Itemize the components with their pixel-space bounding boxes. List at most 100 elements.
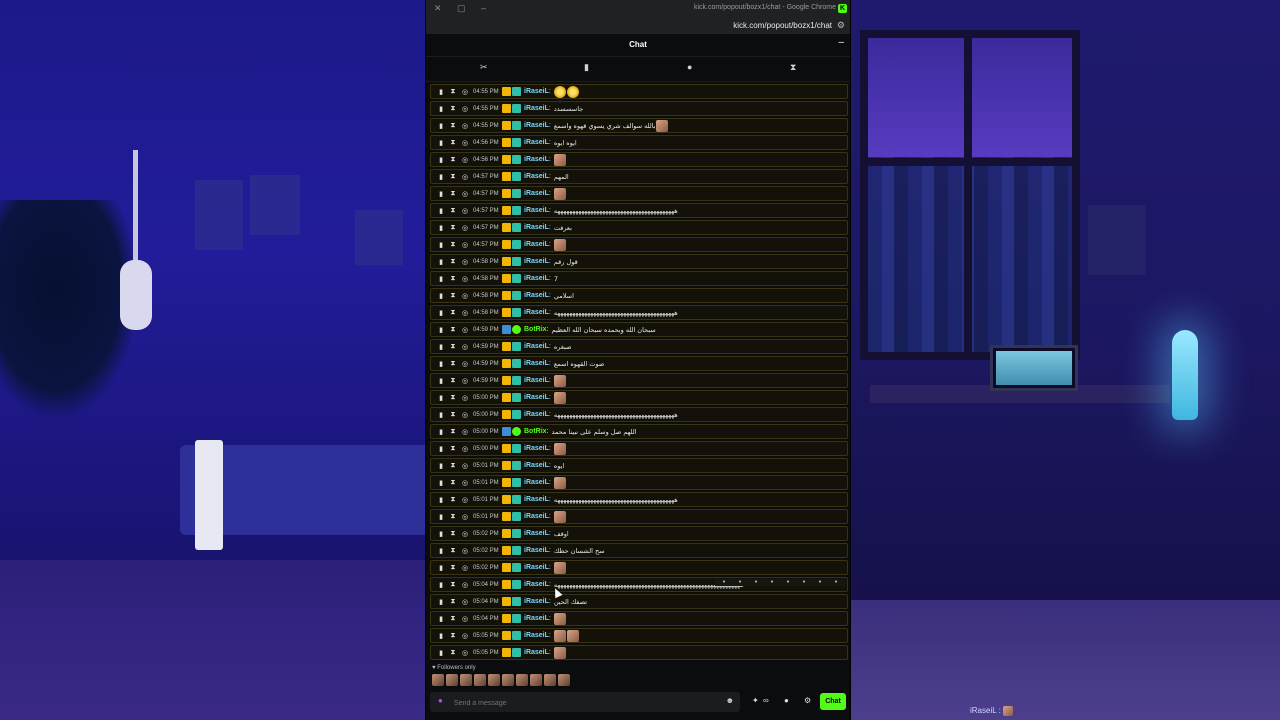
message-username[interactable]: iRaseiL — [524, 564, 549, 571]
chat-message[interactable]: ▮ ⧗ ◎ 05:01 PM iRaseiL: ايوه — [430, 458, 848, 473]
timeout-icon[interactable]: ⧗ — [447, 122, 459, 130]
chat-bubble-icon[interactable]: ● — [687, 62, 692, 72]
timeout-icon[interactable]: ⧗ — [447, 632, 459, 640]
message-username[interactable]: iRaseiL — [524, 173, 549, 180]
trash-icon[interactable]: ▮ — [435, 564, 447, 572]
trash-icon[interactable]: ▮ — [435, 428, 447, 436]
emote-icon[interactable] — [530, 674, 542, 686]
chat-message[interactable]: ▮ ⧗ ◎ 04:59 PM iRaseiL: صبغره — [430, 339, 848, 354]
trash-icon[interactable]: ▮ — [435, 88, 447, 96]
timeout-icon[interactable]: ⧗ — [447, 173, 459, 181]
ban-icon[interactable]: ◎ — [459, 139, 471, 147]
trash-icon[interactable]: ▮ — [435, 547, 447, 555]
timeout-icon[interactable]: ⧗ — [447, 615, 459, 623]
message-username[interactable]: iRaseiL — [524, 394, 549, 401]
ban-icon[interactable]: ◎ — [459, 173, 471, 181]
chat-bubble-icon[interactable]: • — [765, 579, 779, 586]
trash-icon[interactable]: ▮ — [435, 598, 447, 606]
chat-message[interactable]: ▮ ⧗ ◎ 04:58 PM iRaseiL: قول رقم — [430, 254, 848, 269]
chat-message[interactable]: ▮ ⧗ ◎ 05:00 PM iRaseiL: — [430, 390, 848, 405]
timeout-icon[interactable]: ⧗ — [447, 547, 459, 555]
trash-icon[interactable]: ▮ — [435, 513, 447, 521]
ban-icon[interactable]: ◎ — [459, 105, 471, 113]
url-text[interactable]: kick.com/popout/bozx1/chat — [733, 21, 832, 30]
trash-icon[interactable]: ▮ — [584, 62, 589, 73]
message-username[interactable]: iRaseiL — [524, 343, 549, 350]
trash-icon[interactable]: ▮ — [435, 377, 447, 385]
message-username[interactable]: iRaseiL — [524, 139, 549, 146]
message-username[interactable]: iRaseiL — [524, 190, 549, 197]
timeout-icon[interactable]: ⧗ — [447, 224, 459, 232]
message-username[interactable]: iRaseiL — [524, 292, 549, 299]
trash-icon[interactable]: ▮ — [435, 309, 447, 317]
emote-icon[interactable] — [558, 674, 570, 686]
microphone-icon[interactable]: ● — [438, 696, 443, 705]
timeout-icon[interactable]: ⧗ — [447, 326, 459, 334]
message-username[interactable]: iRaseiL — [524, 445, 549, 452]
ban-icon[interactable]: ◎ — [459, 496, 471, 504]
message-username[interactable]: iRaseiL — [524, 513, 549, 520]
message-username[interactable]: iRaseiL — [524, 530, 549, 537]
trash-icon[interactable]: ▮ — [435, 479, 447, 487]
timeout-icon[interactable]: ⧗ — [447, 530, 459, 538]
chat-message[interactable]: ▮ ⧗ ◎ 04:56 PM iRaseiL: — [430, 152, 848, 167]
trash-icon[interactable]: ▮ — [435, 411, 447, 419]
message-input[interactable] — [452, 695, 716, 711]
ban-icon[interactable]: ◎ — [459, 513, 471, 521]
chat-message[interactable]: ▮ ⧗ ◎ 05:04 PM iRaseiL: ههههههههههههههههههههه… — [430, 577, 848, 592]
chat-message[interactable]: ▮ ⧗ ◎ 05:00 PM iRaseiL: ههههههههههههههههههههه… — [430, 407, 848, 422]
trash-icon[interactable]: ▮ — [435, 462, 447, 470]
message-username[interactable]: iRaseiL — [524, 479, 549, 486]
trash-icon[interactable]: ▮ — [435, 224, 447, 232]
timeout-icon[interactable]: ⧗ — [447, 207, 459, 215]
trash-icon[interactable]: ▮ — [435, 360, 447, 368]
trash-icon[interactable]: ▮ — [435, 496, 447, 504]
message-username[interactable]: iRaseiL — [524, 632, 549, 639]
sparkles-icon[interactable]: ✦ — [752, 696, 759, 705]
ban-icon[interactable]: ◎ — [459, 224, 471, 232]
ban-icon[interactable]: ◎ — [459, 445, 471, 453]
pin-slash-icon[interactable]: • — [749, 579, 763, 586]
undo-icon[interactable]: • — [797, 579, 811, 586]
chat-message[interactable]: ▮ ⧗ ◎ 04:58 PM iRaseiL:7 — [430, 271, 848, 286]
timeout-icon[interactable]: ⧗ — [447, 292, 459, 300]
timeout-icon[interactable]: ⧗ — [447, 649, 459, 657]
chat-message[interactable]: ▮ ⧗ ◎ 04:59 PM iRaseiL: — [430, 373, 848, 388]
trash-icon[interactable]: ▮ — [435, 394, 447, 402]
trash-icon[interactable]: ▮ — [435, 649, 447, 657]
trash-icon[interactable]: ▮ — [435, 326, 447, 334]
timeout-icon[interactable]: ⧗ — [447, 377, 459, 385]
message-username[interactable]: iRaseiL — [524, 411, 549, 418]
timeout-icon[interactable]: ⧗ — [447, 360, 459, 368]
trash-icon[interactable]: ▮ — [435, 343, 447, 351]
chat-message[interactable]: ▮ ⧗ ◎ 04:57 PM iRaseiL: المهم — [430, 169, 848, 184]
ban-icon[interactable]: ◎ — [459, 564, 471, 572]
trash-icon[interactable]: ▮ — [435, 190, 447, 198]
trash-icon[interactable]: ▮ — [435, 241, 447, 249]
message-username[interactable]: BotRix — [524, 326, 547, 333]
chat-message[interactable]: ▮ ⧗ ◎ 05:00 PM BotRix: اللهم صل وسلم على نبين… — [430, 424, 848, 439]
ban-icon[interactable]: ◎ — [459, 547, 471, 555]
gear-icon[interactable]: ⚙ — [804, 696, 811, 705]
message-username[interactable]: iRaseiL — [524, 581, 549, 588]
ban-icon[interactable]: ◎ — [459, 207, 471, 215]
ban-icon[interactable]: ◎ — [459, 241, 471, 249]
ban-icon[interactable]: ◎ — [459, 275, 471, 283]
clock-icon[interactable]: • — [733, 579, 747, 586]
emote-icon[interactable] — [502, 674, 514, 686]
timeout-icon[interactable]: ⧗ — [447, 496, 459, 504]
chat-bubble-icon[interactable]: ● — [784, 696, 789, 705]
pin-icon[interactable]: ✂ — [480, 62, 488, 73]
ban-icon[interactable]: ◎ — [459, 343, 471, 351]
emote-icon[interactable] — [432, 674, 444, 686]
ban-icon[interactable]: ◎ — [459, 122, 471, 130]
message-username[interactable]: iRaseiL — [524, 615, 549, 622]
chat-message[interactable]: ▮ ⧗ ◎ 05:05 PM iRaseiL: — [430, 628, 848, 643]
chat-message[interactable]: ▮ ⧗ ◎ 04:57 PM iRaseiL: — [430, 186, 848, 201]
ban-icon[interactable]: ◎ — [459, 649, 471, 657]
chat-message[interactable]: ▮ ⧗ ◎ 05:02 PM iRaseiL: اوقف — [430, 526, 848, 541]
trash-icon[interactable]: ▮ — [435, 581, 447, 589]
emote-icon[interactable] — [446, 674, 458, 686]
message-username[interactable]: iRaseiL — [524, 496, 549, 503]
ban-icon[interactable]: ◎ — [459, 428, 471, 436]
